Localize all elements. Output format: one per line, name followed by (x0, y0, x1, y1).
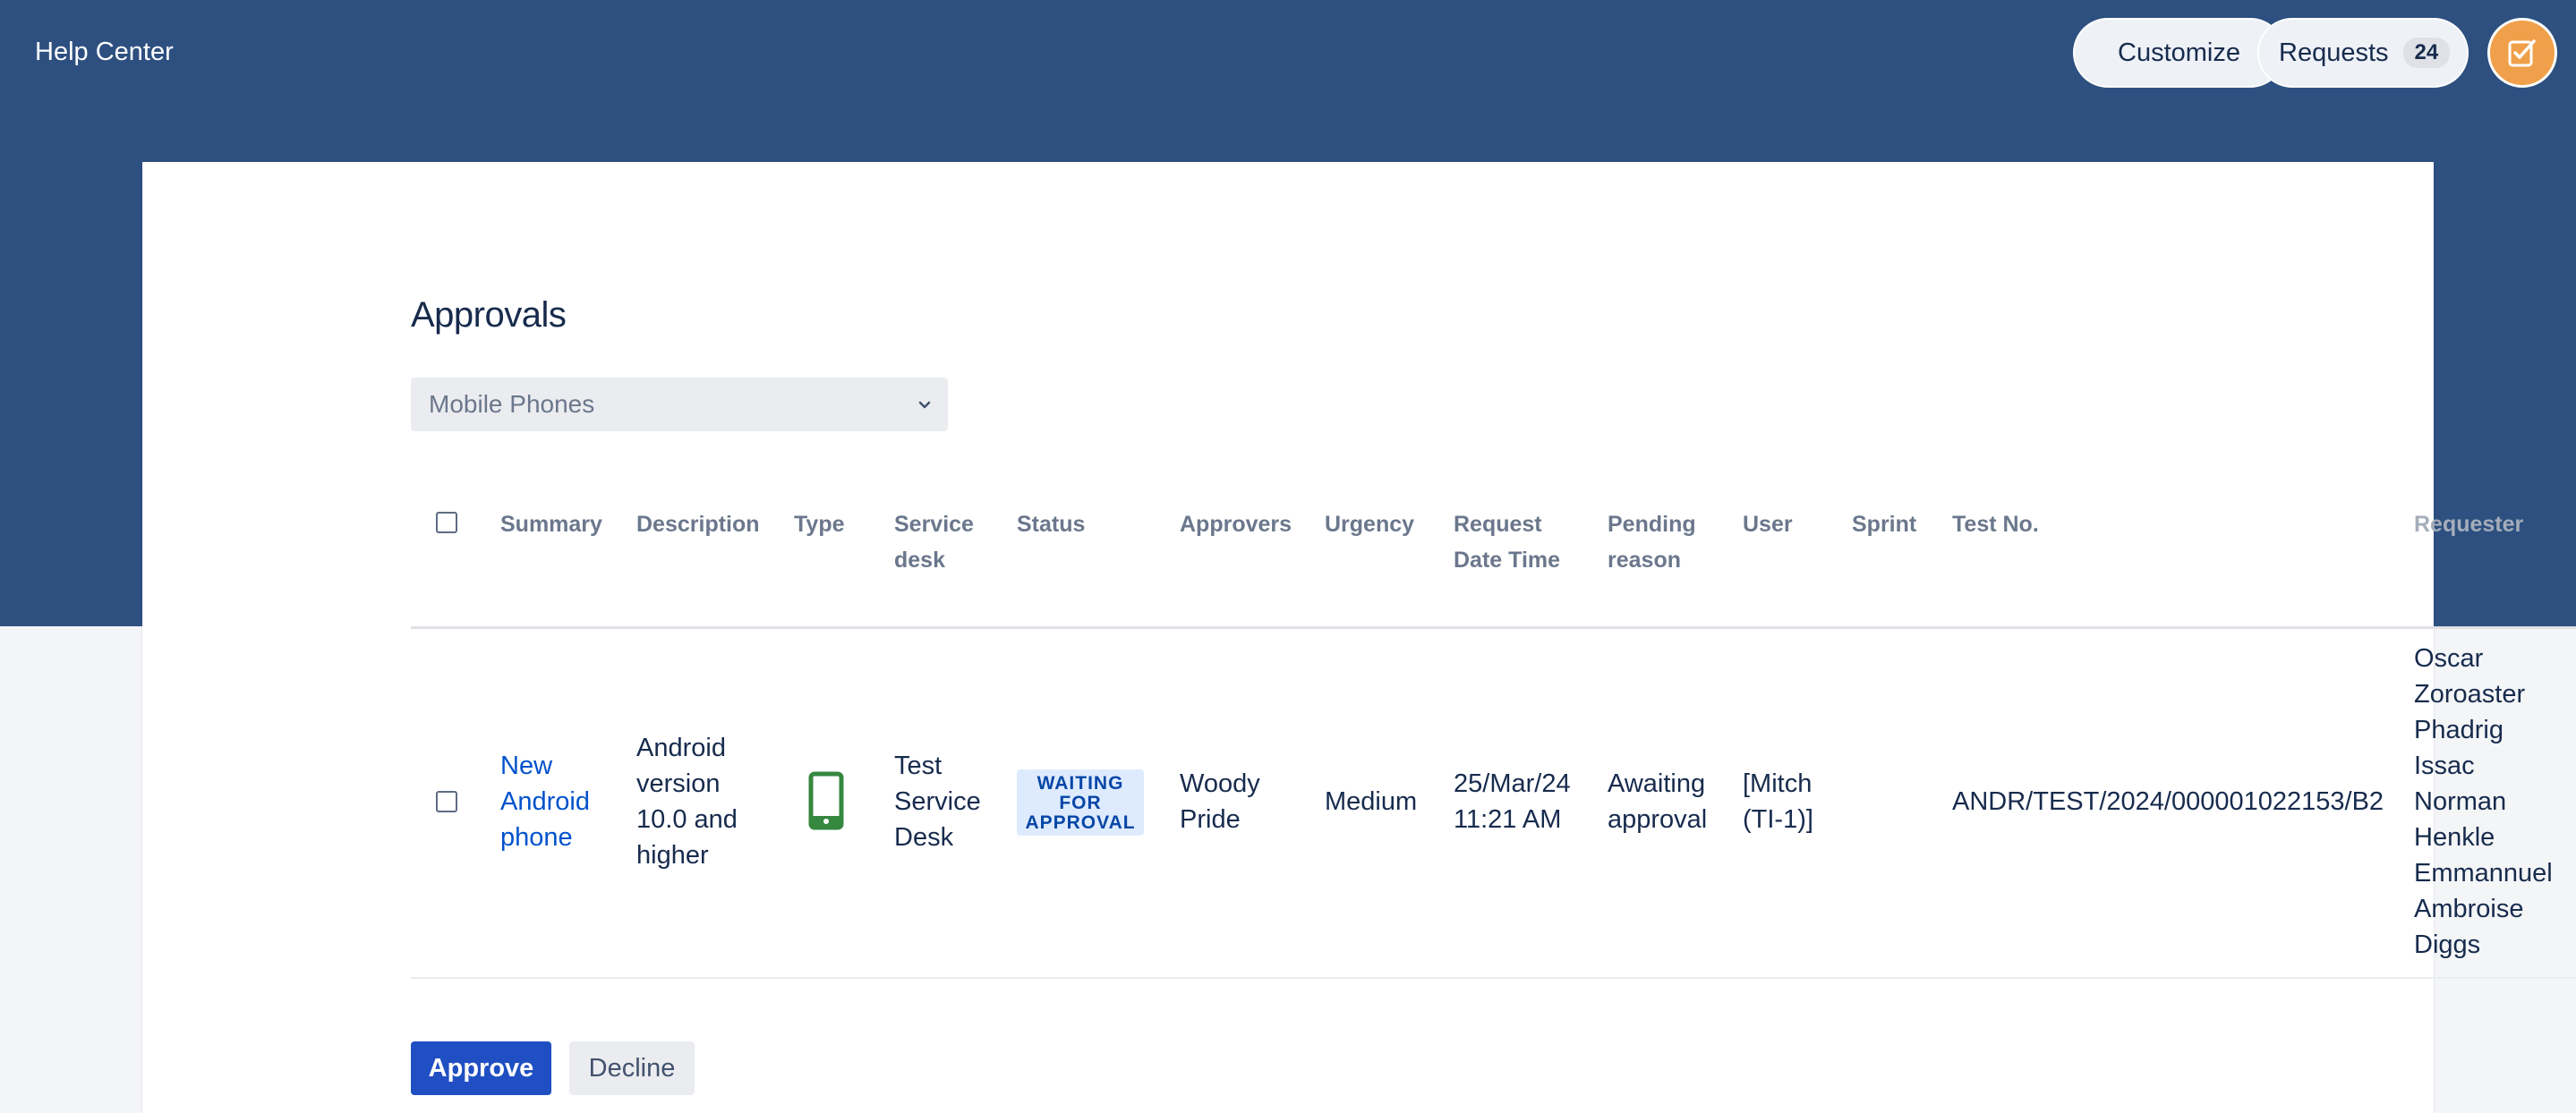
status-line: WAITING (1036, 773, 1124, 794)
requests-button[interactable]: Requests 24 (2257, 18, 2469, 88)
request-time: 11:21 AM (1454, 805, 1562, 834)
column-request-date-time-line2: Date Time (1454, 548, 1561, 573)
requester-line: Oscar (2414, 644, 2484, 673)
page-title: Approvals (411, 295, 567, 335)
status-line: FOR (1059, 793, 1102, 813)
description-line: higher (636, 841, 709, 870)
description-line: 10.0 and (636, 805, 738, 834)
request-date-time-cell: 25/Mar/24 11:21 AM (1454, 766, 1571, 837)
customize-button[interactable]: Customize (2073, 18, 2285, 88)
column-status[interactable]: Status (1017, 506, 1085, 542)
row-divider (411, 977, 2576, 979)
column-approvers[interactable]: Approvers (1180, 506, 1292, 542)
service-desk-line: Test (894, 752, 943, 780)
request-date: 25/Mar/24 (1454, 769, 1571, 798)
profile-avatar-button[interactable] (2487, 18, 2557, 88)
column-sprint[interactable]: Sprint (1852, 506, 1916, 542)
pending-reason-cell: Awaiting approval (1608, 766, 1707, 837)
customize-label: Customize (2118, 38, 2240, 67)
column-summary[interactable]: Summary (500, 506, 602, 542)
requester-line: Diggs (2414, 930, 2481, 959)
help-center-app: Help Center Customize Requests 24 Approv… (0, 0, 2576, 1113)
column-user[interactable]: User (1743, 506, 1793, 542)
pending-reason-line: Awaiting (1608, 769, 1706, 798)
requester-cell: Oscar Zoroaster Phadrig Issac Norman Hen… (2414, 641, 2553, 963)
header-divider (411, 626, 2576, 629)
summary-line: Android (500, 787, 590, 816)
mobile-phone-icon (808, 771, 844, 830)
requester-line: Phadrig (2414, 716, 2503, 744)
decline-button[interactable]: Decline (569, 1041, 695, 1095)
requester-line: Norman (2414, 787, 2507, 816)
column-request-date-time[interactable]: Request Date Time (1454, 506, 1560, 578)
requests-label: Requests (2279, 38, 2389, 67)
approve-button[interactable]: Approve (411, 1041, 551, 1095)
service-desk-line: Desk (894, 823, 954, 852)
summary-line: New (500, 752, 553, 780)
user-cell: [Mitch (TI-1)] (1743, 766, 1813, 837)
column-request-date-time-line1: Request (1454, 512, 1542, 537)
select-all-checkbox[interactable] (436, 512, 457, 533)
column-test-no[interactable]: Test No. (1952, 506, 2039, 542)
user-line: [Mitch (1743, 769, 1813, 798)
help-center-link[interactable]: Help Center (35, 38, 174, 67)
urgency-cell: Medium (1325, 787, 1418, 816)
column-type[interactable]: Type (794, 506, 845, 542)
approval-checklist-icon (2508, 39, 2536, 67)
summary-link[interactable]: New Android phone (500, 748, 590, 855)
requests-count-badge: 24 (2402, 38, 2451, 68)
column-description[interactable]: Description (636, 506, 760, 542)
requester-line: Ambroise (2414, 895, 2524, 923)
description-line: version (636, 769, 721, 798)
summary-line: phone (500, 823, 573, 852)
column-pending-reason-line1: Pending (1608, 512, 1696, 537)
top-navigation: Help Center Customize Requests 24 (0, 0, 2576, 107)
description-line: Android (636, 734, 726, 762)
select-value: Mobile Phones (429, 390, 595, 418)
service-desk-line: Service (894, 787, 981, 816)
column-requester[interactable]: Requester (2414, 506, 2523, 542)
status-line: APPROVAL (1025, 812, 1136, 833)
column-service-desk-line1: Service (894, 512, 974, 537)
pending-reason-line: approval (1608, 805, 1708, 834)
requester-line: Zoroaster (2414, 680, 2526, 709)
test-no-cell: ANDR/TEST/2024/000001022153/B2 (1952, 787, 2384, 816)
column-service-desk-line2: desk (894, 548, 945, 573)
service-desk-cell: Test Service Desk (894, 748, 981, 855)
chevron-down-icon (918, 401, 931, 409)
column-pending-reason-line2: reason (1608, 548, 1681, 573)
approvals-table: Summary Description Type Service desk St… (411, 483, 2576, 984)
service-project-select[interactable]: Mobile Phones (411, 378, 948, 431)
approvers-cell: Woody Pride (1180, 766, 1260, 837)
column-service-desk[interactable]: Service desk (894, 506, 974, 578)
approvers-line: Pride (1180, 805, 1241, 834)
column-pending-reason[interactable]: Pending reason (1608, 506, 1696, 578)
description-cell: Android version 10.0 and higher (636, 730, 738, 873)
requester-line: Emmannuel (2414, 859, 2553, 888)
user-line: (TI-1)] (1743, 805, 1813, 834)
requester-line: Issac (2414, 752, 2475, 780)
approvers-line: Woody (1180, 769, 1260, 798)
row-checkbox[interactable] (436, 791, 457, 812)
status-badge: WAITING FOR APPROVAL (1017, 769, 1144, 836)
requester-line: Henkle (2414, 823, 2495, 852)
column-urgency[interactable]: Urgency (1325, 506, 1414, 542)
